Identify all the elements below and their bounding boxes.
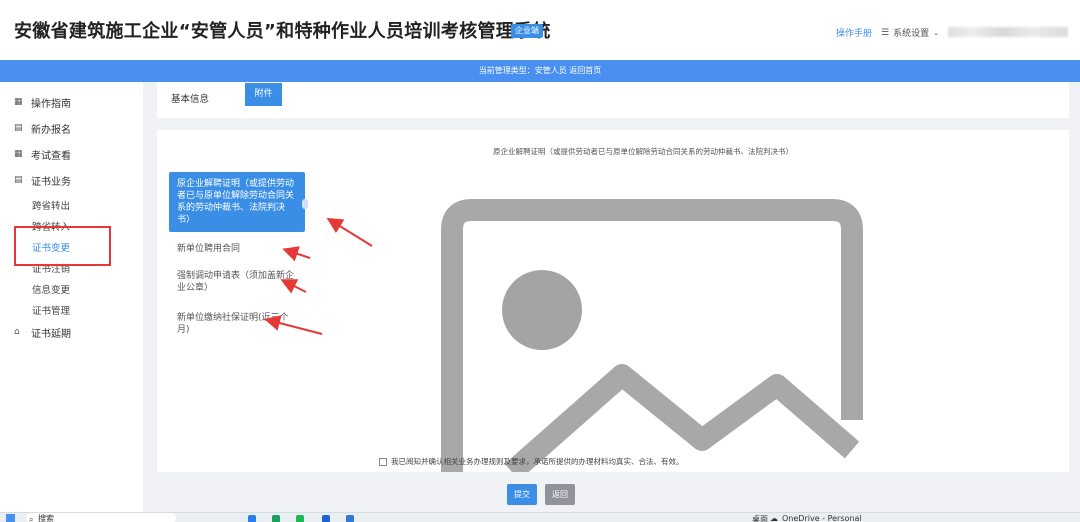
app-icon[interactable]: [296, 515, 304, 522]
client-badge: 企业端: [511, 24, 543, 38]
list-icon: ☰: [881, 27, 890, 38]
grid-icon: ▦: [14, 149, 23, 159]
start-icon[interactable]: [6, 514, 15, 522]
app-icon[interactable]: [322, 515, 330, 522]
os-taskbar: ⌕ 搜索 桌面 ☁ OneDrive - Personal: [0, 512, 1080, 522]
home-icon: ⌂: [14, 327, 20, 337]
sidebar-item-label: 证书业务: [31, 177, 71, 188]
sidebar-subitem-certificate-manage[interactable]: 证书管理: [32, 303, 70, 317]
sidebar-item-certificate-business[interactable]: ▤ 证书业务: [14, 173, 71, 189]
attachments-tab-button[interactable]: 附件: [245, 83, 282, 106]
collapse-handle[interactable]: [302, 199, 308, 209]
annotation-highlight-box: [14, 226, 111, 266]
sidebar-item-new-registration[interactable]: ▤ 新办报名: [14, 121, 71, 137]
attachment-panel: 原企业解聘证明（或提供劳动者已与原单位解除劳动合同关系的劳动仲裁书、法院判决书）…: [157, 130, 1069, 472]
basic-info-card: 基本信息 附件: [157, 82, 1069, 118]
sidebar-item-exam-view[interactable]: ▦ 考试查看: [14, 147, 71, 163]
agreement-text: 我已阅知并确认相关业务办理规则及要求，承诺所提供的办理材料均真实、合法、有效。: [391, 457, 684, 466]
system-settings-label: 系统设置: [893, 29, 930, 39]
sidebar-item-label: 操作指南: [31, 99, 71, 110]
file-icon: ▤: [14, 175, 23, 185]
app-header: 安徽省建筑施工企业“安管人员”和特种作业人员培训考核管理系统 企业端 操作手册 …: [0, 0, 1080, 60]
management-type-bar[interactable]: 当前管理类型：安管人员 返回首页: [0, 60, 1080, 82]
app-icon[interactable]: [248, 515, 256, 522]
back-button[interactable]: 返回: [545, 484, 575, 505]
sidebar-item-label: 考试查看: [31, 151, 71, 162]
file-item-social-security-proof[interactable]: 新单位缴纳社保证明(近三个月): [169, 309, 305, 339]
preview-caption: 原企业解聘证明（或提供劳动者已与原单位解除劳动合同关系的劳动仲裁书、法院判决书）: [493, 147, 793, 156]
basic-info-tab[interactable]: 基本信息: [171, 91, 209, 105]
sidebar-item-label: 证书延期: [31, 329, 71, 340]
file-item-dismissal-proof[interactable]: 原企业解聘证明（或提供劳动者已与原单位解除劳动合同关系的劳动仲裁书、法院判决书）: [169, 172, 305, 232]
system-title: 安徽省建筑施工企业“安管人员”和特种作业人员培训考核管理系统: [14, 21, 551, 42]
help-manual-link[interactable]: 操作手册: [836, 26, 872, 39]
file-item-transfer-application[interactable]: 强制调动申请表（须加盖新企业公章）: [169, 267, 305, 297]
search-icon: ⌕: [29, 515, 34, 522]
chevron-down-icon: ⌄: [933, 28, 939, 37]
sidebar-item-extension[interactable]: ⌂ 证书延期: [14, 325, 71, 341]
sidebar-item-guide[interactable]: ▦ 操作指南: [14, 95, 71, 111]
taskbar-search-label: 搜索: [38, 514, 54, 522]
agreement-checkbox[interactable]: [379, 457, 387, 466]
app-icon[interactable]: [346, 515, 354, 522]
sidebar-subitem-info-change[interactable]: 信息变更: [32, 282, 70, 296]
taskbar-desktop-label[interactable]: 桌面: [752, 514, 768, 522]
sidebar-subitem-transfer-out[interactable]: 跨省转出: [32, 198, 70, 212]
app-icon[interactable]: [272, 515, 280, 522]
grid-icon: ▦: [14, 97, 23, 107]
user-info-blurred[interactable]: [948, 27, 1068, 37]
image-placeholder-icon: [441, 199, 863, 472]
taskbar-search[interactable]: ⌕ 搜索: [26, 513, 176, 522]
sidebar-item-label: 新办报名: [31, 125, 71, 136]
sidebar: ▦ 操作指南 ▤ 新办报名 ▦ 考试查看 ▤ 证书业务 跨省转出 跨省转入 证书…: [0, 82, 143, 512]
taskbar-onedrive-label[interactable]: OneDrive - Personal: [782, 514, 862, 522]
cloud-icon: ☁: [770, 514, 778, 522]
submit-button[interactable]: 提交: [507, 484, 537, 505]
system-settings-menu[interactable]: ☰ 系统设置 ⌄: [881, 26, 939, 40]
agreement-row[interactable]: 我已阅知并确认相关业务办理规则及要求，承诺所提供的办理材料均真实、合法、有效。: [379, 456, 684, 467]
file-item-employment-contract[interactable]: 新单位聘用合同: [169, 240, 305, 258]
file-icon: ▤: [14, 123, 23, 133]
